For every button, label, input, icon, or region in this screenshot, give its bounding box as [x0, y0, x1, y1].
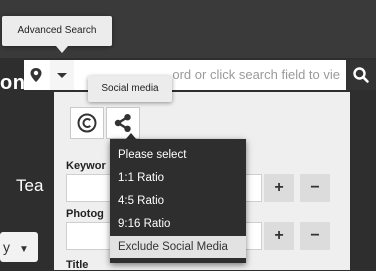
- advanced-search-tooltip-arrow: [56, 46, 68, 53]
- search-icon: [353, 67, 369, 83]
- dropdown-item-4-5-ratio[interactable]: 4:5 Ratio: [110, 190, 246, 213]
- background-select[interactable]: y ▼: [0, 232, 38, 262]
- keyword-add-button[interactable]: +: [264, 174, 294, 202]
- keyword-label: Keywor: [66, 160, 106, 172]
- search-options-dropdown[interactable]: [50, 60, 74, 90]
- title-label: Title: [66, 259, 89, 271]
- dropdown-item-9-16-ratio[interactable]: 9:16 Ratio: [110, 213, 246, 236]
- chevron-down-icon: ▼: [19, 244, 29, 255]
- dropdown-item-exclude-social-media[interactable]: Exclude Social Media: [110, 236, 246, 258]
- social-media-tooltip: Social media: [88, 76, 172, 102]
- advanced-search-tooltip: Advanced Search: [2, 16, 112, 46]
- photographer-remove-button[interactable]: −: [300, 222, 330, 250]
- map-marker-icon: [30, 68, 42, 82]
- team-text-partial: Tea: [16, 176, 44, 195]
- dropdown-item-1-1-ratio[interactable]: 1:1 Ratio: [110, 167, 246, 190]
- dropdown-item-please-select[interactable]: Please select: [110, 144, 246, 167]
- page-title-partial: on: [0, 72, 26, 94]
- copyright-filter-button[interactable]: [70, 107, 104, 139]
- keyword-remove-button[interactable]: −: [300, 174, 330, 202]
- location-button[interactable]: [24, 60, 48, 90]
- search-placeholder: ord or click search field to vie: [172, 67, 340, 82]
- search-button[interactable]: [346, 60, 376, 90]
- photographer-add-button[interactable]: +: [264, 222, 294, 250]
- background-select-value: y: [3, 239, 10, 255]
- social-media-dropdown: Please select 1:1 Ratio 4:5 Ratio 9:16 R…: [110, 139, 246, 263]
- caret-down-icon: [57, 73, 67, 78]
- photographer-label: Photog: [66, 208, 104, 220]
- copyright-icon: [77, 113, 97, 133]
